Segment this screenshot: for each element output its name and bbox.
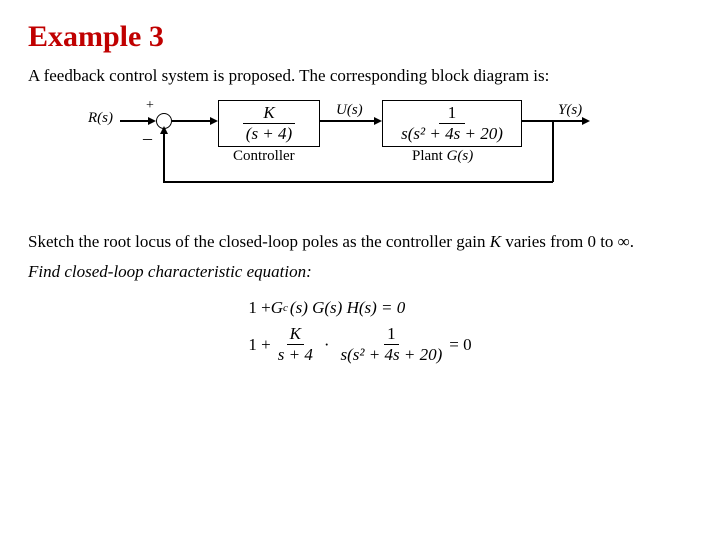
eq2-f2d: s(s² + 4s + 20): [338, 345, 446, 365]
block-diagram: R(s) + – K (s + 4) Controller U(s) 1 s(s…: [88, 96, 692, 216]
eq1-rest: (s) G(s) H(s) = 0: [290, 298, 405, 318]
plant-block: 1 s(s² + 4s + 20): [382, 100, 522, 147]
step-text: Find closed-loop characteristic equation…: [28, 262, 692, 282]
dot-icon: ·: [324, 335, 330, 355]
wire: [163, 129, 165, 182]
controller-label: Controller: [233, 148, 295, 165]
eq1-lead: 1 +: [248, 298, 270, 318]
controller-num: K: [243, 103, 295, 124]
task-K: K: [490, 232, 501, 251]
task-a: Sketch the root locus of the closed-loop…: [28, 232, 490, 251]
eq2-f2n: 1: [384, 324, 399, 345]
task-b: varies from 0 to ∞.: [501, 232, 634, 251]
eq1-G: G: [271, 298, 283, 318]
eq2-frac1: K s + 4: [275, 324, 316, 365]
sum-minus: –: [143, 128, 152, 149]
signal-R: R(s): [88, 110, 113, 127]
wire: [163, 181, 553, 183]
task-text: Sketch the root locus of the closed-loop…: [28, 232, 692, 252]
wire: [552, 120, 554, 182]
signal-Y: Y(s): [558, 102, 582, 119]
equation-1: 1 + Gc (s) G(s) H(s) = 0: [248, 298, 471, 318]
eq2-f1n: K: [287, 324, 304, 345]
sum-plus: +: [146, 98, 154, 114]
arrow: [374, 117, 382, 125]
plant-label: Plant G(s): [412, 148, 473, 165]
eq1-sub: c: [283, 302, 288, 314]
signal-U: U(s): [336, 102, 363, 119]
eq2-f1d: s + 4: [275, 345, 316, 365]
plant-num: 1: [439, 103, 465, 124]
wire: [172, 120, 212, 122]
plant-label-text: Plant: [412, 148, 447, 164]
wire: [120, 120, 150, 122]
controller-block: K (s + 4): [218, 100, 320, 147]
plant-den: s(s² + 4s + 20): [383, 124, 521, 144]
arrow: [160, 126, 168, 134]
arrow: [210, 117, 218, 125]
equations: 1 + Gc (s) G(s) H(s) = 0 1 + K s + 4 · 1…: [28, 292, 692, 371]
eq2-frac2: 1 s(s² + 4s + 20): [338, 324, 446, 365]
plant-Gs: G(s): [447, 148, 474, 164]
controller-den: (s + 4): [219, 124, 319, 144]
intro-text: A feedback control system is proposed. T…: [28, 66, 692, 86]
wire: [320, 120, 376, 122]
arrow: [148, 117, 156, 125]
equation-2: 1 + K s + 4 · 1 s(s² + 4s + 20) = 0: [248, 324, 471, 365]
eq2-tail: = 0: [449, 335, 471, 355]
eq2-lead: 1 +: [248, 335, 270, 355]
page-title: Example 3: [28, 20, 692, 54]
arrow: [582, 117, 590, 125]
